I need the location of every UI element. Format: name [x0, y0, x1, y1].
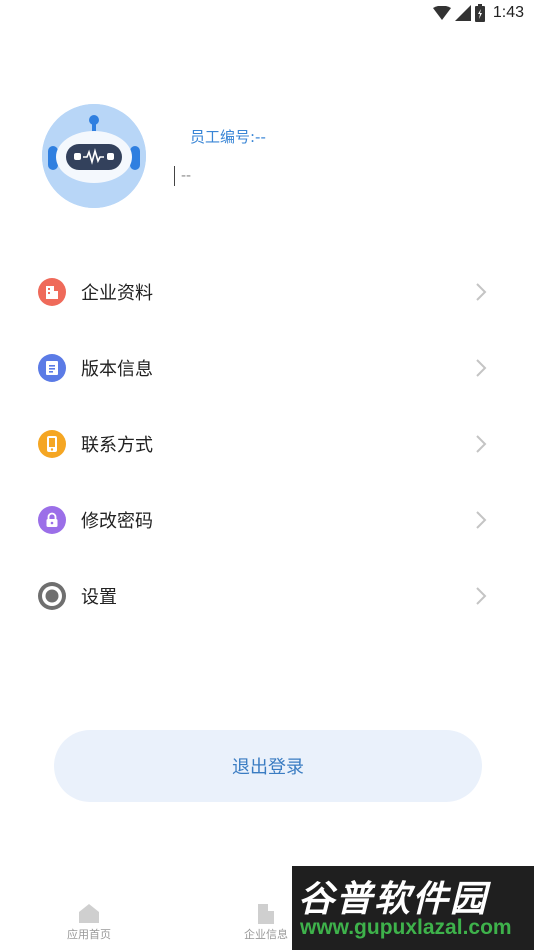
text-cursor — [174, 166, 175, 186]
phone-icon — [38, 430, 66, 458]
chevron-right-icon — [476, 587, 487, 605]
document-icon — [38, 354, 66, 382]
menu-item-version-info[interactable]: 版本信息 — [0, 330, 534, 406]
employee-number: 员工编号:-- — [190, 126, 266, 147]
wifi-icon — [432, 6, 451, 20]
menu-item-label: 修改密码 — [81, 511, 153, 532]
battery-icon — [474, 4, 485, 22]
menu-item-company-profile[interactable]: 企业资料 — [0, 254, 534, 330]
chevron-right-icon — [476, 511, 487, 529]
logout-button[interactable]: 退出登录 — [54, 730, 482, 802]
menu-item-contact[interactable]: 联系方式 — [0, 406, 534, 482]
chevron-right-icon — [476, 359, 487, 377]
menu-item-settings[interactable]: 设置 — [0, 558, 534, 634]
menu-item-label: 企业资料 — [81, 283, 153, 304]
gear-icon — [38, 582, 66, 610]
employee-name: -- — [181, 168, 192, 184]
lock-icon — [38, 506, 66, 534]
nav-item-home[interactable]: 应用首页 — [49, 902, 129, 942]
robot-icon — [42, 104, 146, 208]
building-icon — [258, 904, 274, 924]
employee-number-label: 员工编号:-- — [190, 128, 266, 146]
menu-item-label: 版本信息 — [81, 359, 153, 380]
chevron-right-icon — [476, 283, 487, 301]
menu-item-label: 联系方式 — [81, 435, 153, 456]
nav-label: 应用首页 — [67, 928, 111, 941]
logout-label: 退出登录 — [232, 757, 304, 778]
building-icon — [38, 278, 66, 306]
watermark-title: 谷普软件园 — [298, 878, 489, 919]
signal-icon — [454, 5, 471, 21]
avatar[interactable] — [42, 104, 146, 208]
menu-list: 企业资料 版本信息 联系方式 修改密码 设置 — [0, 254, 534, 634]
status-icons: 1:43 — [432, 4, 524, 22]
chevron-right-icon — [476, 435, 487, 453]
home-icon — [79, 904, 99, 923]
employee-name-row: -- — [174, 165, 191, 187]
watermark: 谷普软件园 www.gupuxlazal.com — [292, 866, 534, 950]
status-time: 1:43 — [492, 4, 524, 21]
menu-item-change-password[interactable]: 修改密码 — [0, 482, 534, 558]
menu-item-label: 设置 — [81, 587, 117, 608]
nav-label: 企业信息 — [244, 928, 288, 941]
watermark-url: www.gupuxlazal.com — [300, 916, 512, 939]
status-bar: 1:43 — [0, 0, 534, 28]
